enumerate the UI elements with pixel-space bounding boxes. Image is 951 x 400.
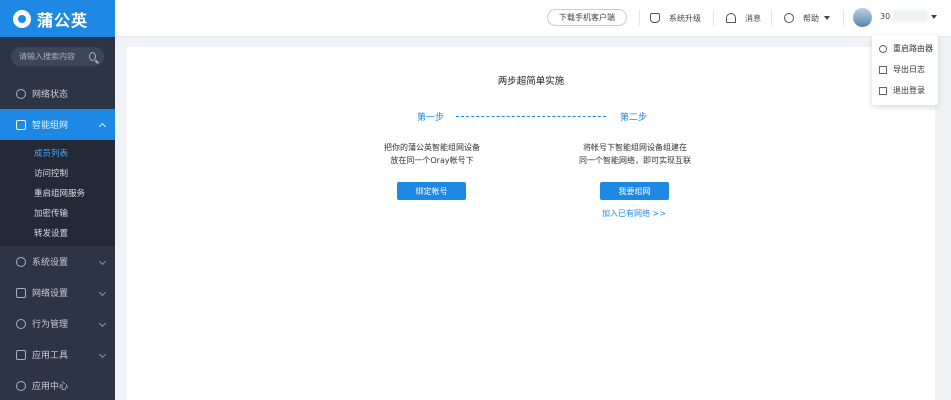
restart-icon: [879, 44, 887, 53]
sidebar-item-label: 行为管理: [32, 320, 69, 330]
sidebar-item-label: 网络设置: [32, 289, 69, 299]
sidebar-subitem-forwarding[interactable]: 转发设置: [0, 223, 115, 243]
divider: [639, 10, 640, 26]
sidebar-subitem-access-control[interactable]: 访问控制: [0, 163, 115, 183]
app-root: 蒲公英 网络状态 智能组网 成员列表 访问控制 重启组网服务 加密传输 转发设置…: [0, 0, 951, 400]
top-bar: 下载手机客户端 系统升级 消息 帮助 30: [115, 0, 951, 37]
search-icon[interactable]: [89, 52, 96, 61]
sidebar-subitem-restart-service[interactable]: 重启组网服务: [0, 183, 115, 203]
step2-desc-line2: 同一个智能网络，即可实现互联: [579, 156, 691, 165]
system-upgrade-label: 系统升级: [669, 13, 701, 23]
behavior-management-icon: [16, 318, 26, 329]
system-settings-icon: [16, 256, 26, 267]
sidebar-item-label: 应用中心: [32, 382, 69, 392]
sidebar-subitem-encryption[interactable]: 加密传输: [0, 203, 115, 223]
sidebar-item-label: 应用工具: [32, 351, 69, 361]
upgrade-icon: [650, 13, 660, 23]
app-center-icon: [16, 380, 26, 391]
sidebar: 蒲公英 网络状态 智能组网 成员列表 访问控制 重启组网服务 加密传输 转发设置…: [0, 0, 115, 400]
brand-name: 蒲公英: [37, 10, 89, 30]
messages-button[interactable]: 消息: [726, 11, 761, 25]
redacted-username: [892, 10, 928, 22]
create-network-button[interactable]: 我要组网: [600, 182, 669, 200]
smart-network-icon: [16, 119, 26, 130]
menu-item-export-log[interactable]: 导出日志: [872, 59, 938, 80]
menu-item-label: 退出登录: [893, 86, 925, 95]
help-button[interactable]: 帮助: [784, 11, 830, 25]
logout-icon: [879, 86, 887, 95]
chevron-down-icon: [98, 319, 107, 328]
divider: [713, 10, 714, 26]
search-box: [11, 47, 104, 66]
help-label: 帮助: [803, 13, 819, 23]
step2-description: 将帐号下智能组网设备组建在 同一个智能网络，即可实现互联: [555, 141, 715, 167]
chevron-down-icon: [98, 350, 107, 359]
join-existing-network-link[interactable]: 加入已有网络 >>: [574, 208, 694, 219]
menu-item-logout[interactable]: 退出登录: [872, 80, 938, 101]
sidebar-item-app-tools[interactable]: 应用工具: [0, 339, 115, 370]
content-card: 两步超简单实施 第一步 第二步 把你的蒲公英智能组网设备 放在同一个Oray帐号…: [127, 47, 935, 400]
system-upgrade-button[interactable]: 系统升级: [650, 11, 701, 25]
page-title: 两步超简单实施: [497, 76, 565, 87]
export-log-icon: [879, 65, 887, 74]
messages-label: 消息: [745, 13, 761, 23]
menu-item-label: 导出日志: [893, 65, 925, 74]
user-menu-dropdown: 重启路由器 导出日志 退出登录: [872, 35, 938, 105]
divider: [771, 10, 772, 26]
divider: [843, 10, 844, 26]
sidebar-item-label: 系统设置: [32, 258, 69, 268]
step1-description: 把你的蒲公英智能组网设备 放在同一个Oray帐号下: [352, 141, 512, 167]
sidebar-item-label: 智能组网: [32, 121, 69, 131]
dandelion-logo-icon: [13, 9, 31, 28]
step1-desc-line2: 放在同一个Oray帐号下: [390, 156, 474, 165]
sidebar-subitem-members[interactable]: 成员列表: [0, 143, 115, 163]
chevron-down-icon: [98, 257, 107, 266]
sidebar-item-label: 网络状态: [32, 90, 69, 100]
step-connector: [456, 116, 606, 117]
brand-logo[interactable]: 蒲公英: [0, 0, 115, 37]
download-app-button[interactable]: 下载手机客户端: [547, 9, 627, 26]
step2-label: 第二步: [620, 113, 648, 123]
menu-item-label: 重启路由器: [893, 44, 933, 53]
sidebar-item-network-status[interactable]: 网络状态: [0, 78, 115, 109]
sidebar-item-behavior-management[interactable]: 行为管理: [0, 308, 115, 339]
bind-account-button[interactable]: 绑定帐号: [397, 182, 466, 200]
caret-down-icon: [824, 16, 830, 20]
sidebar-submenu: 成员列表 访问控制 重启组网服务 加密传输 转发设置: [0, 140, 115, 246]
username[interactable]: 30: [880, 12, 890, 21]
bell-icon: [726, 13, 736, 23]
network-settings-icon: [16, 287, 26, 298]
sidebar-item-network-settings[interactable]: 网络设置: [0, 277, 115, 308]
sidebar-item-app-center[interactable]: 应用中心: [0, 370, 115, 400]
chevron-down-icon: [98, 288, 107, 297]
avatar[interactable]: [853, 8, 872, 27]
step1-label: 第一步: [417, 113, 445, 123]
menu-item-restart-router[interactable]: 重启路由器: [872, 38, 938, 59]
sidebar-item-smart-network[interactable]: 智能组网: [0, 109, 115, 140]
chevron-up-icon: [98, 122, 107, 131]
search-input[interactable]: [19, 52, 89, 61]
sidebar-item-system-settings[interactable]: 系统设置: [0, 246, 115, 277]
app-tools-icon: [16, 349, 26, 360]
step1-desc-line1: 把你的蒲公英智能组网设备: [384, 143, 480, 152]
caret-down-icon[interactable]: [931, 15, 937, 19]
network-status-icon: [16, 88, 26, 99]
step2-desc-line1: 将帐号下智能组网设备组建在: [583, 143, 687, 152]
help-icon: [784, 13, 794, 23]
